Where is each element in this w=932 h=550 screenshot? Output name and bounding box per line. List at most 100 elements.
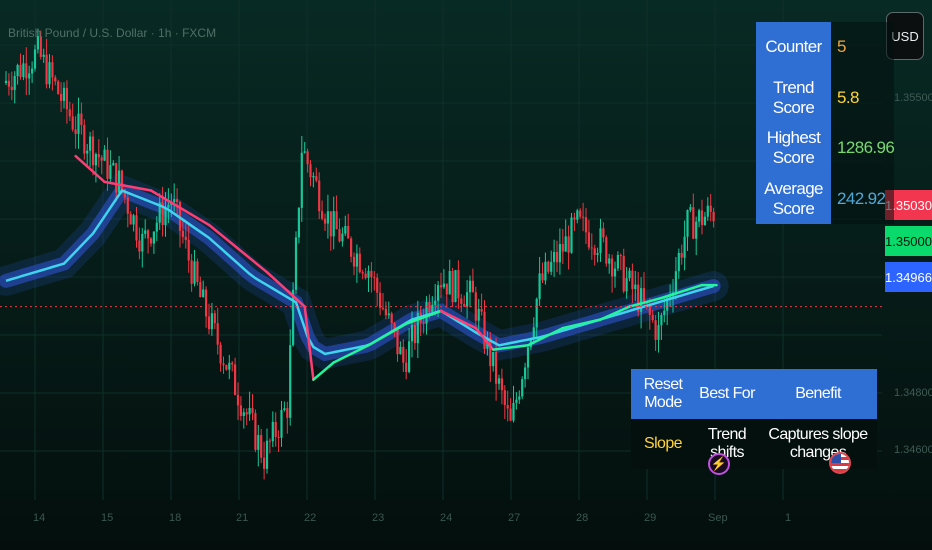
candle-body	[686, 210, 689, 237]
candle-body	[712, 211, 715, 222]
candle-body	[4, 80, 8, 83]
candle-body	[190, 260, 193, 284]
candle-body	[57, 81, 60, 94]
candle-body	[654, 320, 657, 340]
candle-body	[518, 396, 521, 400]
candle-body	[526, 347, 530, 368]
candle-body	[657, 325, 660, 340]
candle-body	[596, 253, 599, 255]
candle-body	[396, 330, 399, 355]
candle-body	[341, 233, 344, 242]
y-axis-label: 1.34600	[894, 444, 932, 456]
candle-body	[448, 270, 451, 295]
candle-body	[689, 207, 692, 211]
candle-body	[628, 270, 631, 279]
band-price-label: 1.34966	[885, 262, 932, 292]
y-axis-label: 1.34800	[894, 387, 932, 399]
highest-score-value: 1286.96	[831, 123, 895, 174]
candle-body	[16, 65, 19, 77]
candle-body	[695, 221, 698, 239]
chart-screen: British Pound / U.S. Dollar · 1h · FXCM …	[0, 0, 932, 550]
trend-score-value: 5.8	[831, 72, 895, 123]
candle-body	[242, 412, 245, 416]
candle-body	[553, 252, 556, 262]
candle-body	[509, 408, 512, 421]
candle-body	[271, 421, 274, 442]
candle-body	[80, 113, 83, 125]
candle-body	[352, 256, 356, 267]
candle-body	[126, 197, 129, 214]
candle-body	[181, 230, 184, 237]
candle-body	[370, 270, 373, 278]
candle-body	[280, 410, 283, 438]
candle-body	[495, 351, 498, 384]
candle-body	[83, 124, 86, 154]
x-axis-label: 22	[304, 512, 317, 524]
candle-body	[500, 378, 503, 391]
candle-body	[167, 204, 170, 208]
candle-body	[599, 228, 602, 254]
candle-body	[445, 283, 448, 295]
candle-body	[587, 232, 590, 248]
candle-body	[318, 180, 321, 212]
candle-body	[399, 346, 402, 355]
candle-body	[506, 405, 509, 409]
x-axis-label: 21	[236, 512, 249, 524]
candle-body	[207, 316, 211, 330]
candle-body	[144, 230, 147, 234]
candle-body	[176, 199, 179, 203]
candle-body	[613, 268, 617, 277]
candle-body	[225, 365, 228, 370]
candle-body	[547, 261, 550, 272]
candle-body	[347, 225, 350, 239]
candle-body	[335, 211, 338, 230]
candle-body	[196, 261, 199, 283]
x-axis-label: 15	[101, 512, 114, 524]
counter-label: Counter	[756, 22, 831, 73]
candle-body	[257, 435, 260, 450]
candle-body	[355, 253, 358, 267]
candle-body	[173, 199, 176, 203]
candle-body	[538, 273, 541, 299]
candle-body	[236, 394, 240, 406]
x-axis-label: 27	[508, 512, 521, 524]
stats-row-counter: Counter 5	[756, 22, 895, 73]
candle-body	[265, 440, 269, 469]
candle-body	[564, 236, 567, 252]
candle-body	[379, 292, 382, 308]
x-axis-label: 1	[785, 512, 792, 524]
candle-body	[254, 413, 257, 450]
candle-body	[268, 440, 271, 442]
candle-body	[234, 364, 237, 395]
lightning-icon[interactable]: ⚡	[708, 453, 730, 475]
candle-body	[619, 255, 622, 257]
stats-table: Counter 5 Trend Score 5.8 Highest Score …	[756, 22, 895, 224]
average-score-label: Average Score	[756, 173, 831, 224]
candle-body	[680, 252, 683, 258]
candle-body	[184, 236, 187, 240]
us-flag-icon[interactable]	[829, 452, 851, 474]
candle-body	[663, 310, 666, 316]
candle-body	[202, 289, 205, 298]
candle-body	[709, 205, 712, 212]
candle-body	[68, 109, 71, 117]
candle-body	[457, 270, 460, 299]
candle-body	[89, 136, 92, 151]
candle-body	[60, 93, 63, 101]
candle-body	[19, 65, 22, 78]
candle-body	[42, 54, 45, 57]
candle-body	[466, 292, 469, 307]
candle-body	[555, 252, 559, 263]
x-axis-label: 23	[372, 512, 385, 524]
candle-body	[700, 210, 704, 225]
candle-body	[692, 207, 695, 239]
candle-body	[503, 390, 506, 406]
trend-score-label: Trend Score	[756, 72, 831, 123]
x-axis-label: 18	[169, 512, 182, 524]
candle-body	[358, 253, 361, 273]
candle-body	[405, 362, 408, 372]
candle-body	[294, 237, 298, 290]
x-axis-label: 28	[576, 512, 589, 524]
candle-body	[602, 228, 605, 238]
candle-body	[138, 240, 141, 252]
